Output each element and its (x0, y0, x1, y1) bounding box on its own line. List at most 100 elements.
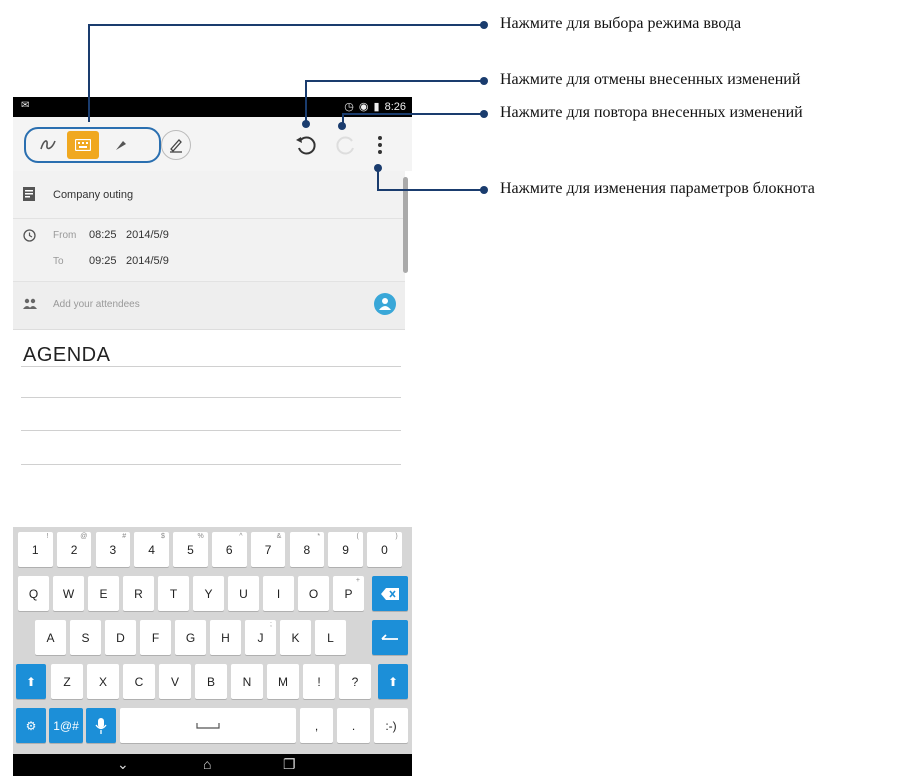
notification-icon: ✉ (21, 100, 30, 111)
enter-key[interactable] (372, 620, 408, 655)
soft-keyboard: 1! 2 @3 #4 $5% 6 ^ 7 & 8 * 9(0) Q W E R T Y U I O P + ASDFGHJ… (13, 527, 412, 754)
alarm-icon: ◷ (344, 101, 354, 113)
key-label: B (206, 674, 215, 689)
key-u[interactable]: U (228, 576, 259, 611)
back-icon[interactable]: ⌄ (117, 756, 129, 773)
backspace-key[interactable] (372, 576, 408, 611)
undo-icon[interactable] (291, 130, 321, 160)
key-8[interactable]: 8 * (289, 532, 325, 567)
key-d[interactable]: D (105, 620, 136, 655)
key-c[interactable]: C (123, 664, 155, 699)
space-key[interactable] (120, 708, 296, 743)
key-k[interactable]: K (280, 620, 311, 655)
key-alt-label: & (276, 533, 282, 540)
key-w[interactable]: W (53, 576, 84, 611)
keyboard-mode-button[interactable] (67, 131, 99, 159)
tablet-screen: ✉ ◷ ◉ ▮ 8:26 Company outing From 08:25 2… (13, 97, 412, 776)
key-label: ? (351, 674, 359, 689)
pen-settings-icon[interactable] (161, 130, 191, 160)
key-s[interactable]: S (70, 620, 101, 655)
key-label: P (344, 586, 353, 601)
overflow-menu-icon[interactable] (365, 130, 395, 160)
key-h[interactable]: H (210, 620, 241, 655)
key-alt-label: @ (80, 533, 88, 540)
key-5[interactable]: 5% (173, 532, 208, 567)
to-date: 2014/5/9 (126, 255, 169, 267)
shift-icon: ⬆ (387, 674, 399, 689)
leader-dot (374, 164, 382, 172)
key-0[interactable]: 0) (367, 532, 402, 567)
period-key[interactable]: . (337, 708, 370, 743)
key-7[interactable]: 7 & (250, 532, 286, 567)
event-title-row[interactable]: Company outing (13, 171, 405, 219)
key-1[interactable]: 1! (18, 532, 53, 567)
scrollbar[interactable] (403, 177, 408, 273)
key-label: J (257, 630, 264, 645)
key-4[interactable]: 4 $ (134, 532, 169, 567)
leader-line (305, 80, 485, 82)
key-n[interactable]: N (231, 664, 263, 699)
key-x[interactable]: X (87, 664, 119, 699)
key-q[interactable]: Q (18, 576, 49, 611)
note-heading: AGENDA (23, 344, 111, 366)
add-contact-icon[interactable] (374, 293, 396, 315)
note-area[interactable]: AGENDA (13, 330, 412, 761)
attendees-row[interactable]: Add your attendees (13, 282, 405, 330)
mic-key[interactable] (86, 708, 116, 743)
key-label: 8 (303, 542, 311, 557)
key-j[interactable]: J; (245, 620, 276, 655)
battery-icon: ▮ (373, 101, 380, 113)
event-time-row[interactable]: From 08:25 2014/5/9 To 09:25 2014/5/9 (13, 219, 405, 282)
symbols-key[interactable]: 1@# (49, 708, 83, 743)
key-label: 5 (187, 542, 194, 557)
key-label: 0 (381, 542, 388, 557)
recent-apps-icon[interactable]: ❐ (283, 756, 296, 773)
key-r[interactable]: R (123, 576, 154, 611)
key-label: Y (204, 586, 213, 601)
shift-left-key[interactable]: ⬆ (16, 664, 46, 699)
key-f[interactable]: F (140, 620, 171, 655)
key-g[interactable]: G (175, 620, 206, 655)
key-p[interactable]: P + (333, 576, 364, 611)
key-label: O (308, 586, 319, 601)
key-alt-label: ^ (239, 533, 243, 540)
key-![interactable]: ! (303, 664, 335, 699)
handwriting-icon[interactable] (33, 130, 63, 160)
key-label: U (239, 586, 248, 601)
event-title: Company outing (53, 189, 134, 201)
key-l[interactable]: L (315, 620, 346, 655)
leader-dot (480, 110, 488, 118)
brush-icon[interactable] (106, 130, 136, 160)
key-label: H (221, 630, 230, 645)
key-6[interactable]: 6 ^ (212, 532, 247, 567)
key-?[interactable]: ? (339, 664, 371, 699)
key-v[interactable]: V (159, 664, 191, 699)
status-time: 8:26 (384, 100, 406, 113)
shift-right-key[interactable]: ⬆ (378, 664, 408, 699)
key-a[interactable]: A (35, 620, 66, 655)
key-label: 6 (225, 542, 233, 557)
smiley-key[interactable]: :-) (374, 708, 408, 743)
settings-key[interactable]: ⚙ (16, 708, 46, 743)
redo-icon[interactable] (331, 130, 361, 160)
key-e[interactable]: E (88, 576, 119, 611)
key-alt-label: % (197, 533, 204, 540)
key-t[interactable]: T (158, 576, 189, 611)
key-label: M (278, 674, 288, 689)
key-9[interactable]: 9( (328, 532, 363, 567)
key-2[interactable]: 2 @ (56, 532, 92, 567)
key-y[interactable]: Y (193, 576, 224, 611)
enter-icon (381, 633, 398, 640)
comma-key[interactable]: , (300, 708, 333, 743)
key-z[interactable]: Z (51, 664, 83, 699)
home-icon[interactable]: ⌂ (203, 756, 211, 772)
key-i[interactable]: I (263, 576, 294, 611)
key-label: 1 (31, 542, 39, 557)
key-b[interactable]: B (195, 664, 227, 699)
key-o[interactable]: O (298, 576, 329, 611)
key-label: V (170, 674, 179, 689)
annotation-input-mode-text: Нажмите для выбора режима ввода (500, 15, 742, 32)
key-m[interactable]: M (267, 664, 299, 699)
key-3[interactable]: 3 # (95, 532, 131, 567)
key-label: Z (63, 674, 71, 689)
